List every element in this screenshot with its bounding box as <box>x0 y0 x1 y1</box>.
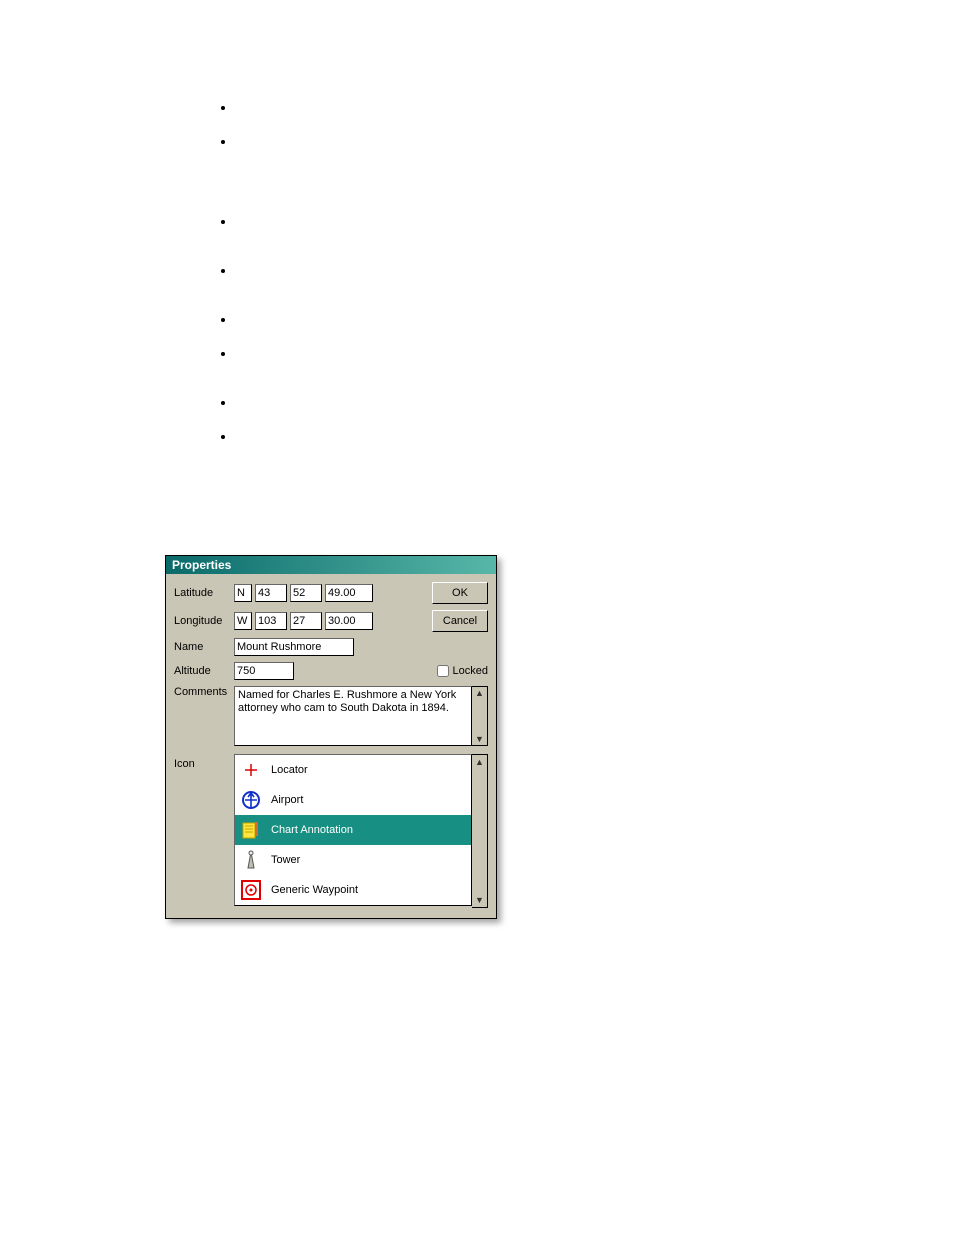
longitude-row: Longitude Cancel <box>174 610 488 632</box>
comments-textarea[interactable] <box>234 686 472 746</box>
altitude-input[interactable] <box>234 662 294 680</box>
comments-scrollbar[interactable]: ▲ ▼ <box>472 686 488 746</box>
dialog-title: Properties <box>166 556 496 574</box>
latitude-deg-input[interactable] <box>255 584 287 602</box>
latitude-row: Latitude OK <box>174 582 488 604</box>
locator-icon <box>241 760 261 780</box>
icon-item-label: Chart Annotation <box>271 824 353 836</box>
altitude-row: Altitude Locked <box>174 662 488 680</box>
comments-row: Comments ▲ ▼ <box>174 686 488 746</box>
latitude-sec-input[interactable] <box>325 584 373 602</box>
locked-checkbox[interactable] <box>437 665 449 677</box>
icon-row: Icon Locator Airp <box>174 754 488 908</box>
ok-button[interactable]: OK <box>432 582 488 604</box>
icon-item-locator[interactable]: Locator <box>235 755 471 785</box>
icon-label: Icon <box>174 754 234 770</box>
name-row: Name <box>174 638 488 656</box>
icon-item-generic-waypoint[interactable]: Generic Waypoint <box>235 875 471 905</box>
icon-item-chart-annotation[interactable]: Chart Annotation <box>235 815 471 845</box>
latitude-min-input[interactable] <box>290 584 322 602</box>
bullet-item <box>235 429 815 445</box>
scroll-up-icon[interactable]: ▲ <box>475 755 484 769</box>
scroll-down-icon[interactable]: ▼ <box>475 733 484 745</box>
icon-item-airport[interactable]: Airport <box>235 785 471 815</box>
bullet-item <box>235 263 815 294</box>
longitude-label: Longitude <box>174 615 234 627</box>
longitude-min-input[interactable] <box>290 612 322 630</box>
icon-item-label: Tower <box>271 854 300 866</box>
chart-annotation-icon <box>241 820 261 840</box>
icon-listbox[interactable]: Locator Airport Chart An <box>234 754 472 906</box>
name-input[interactable] <box>234 638 354 656</box>
properties-dialog: Properties Latitude OK Longitude Cancel … <box>165 555 497 919</box>
bullet-item <box>235 395 815 411</box>
tower-icon <box>241 850 261 870</box>
generic-waypoint-icon <box>241 880 261 900</box>
longitude-deg-input[interactable] <box>255 612 287 630</box>
scroll-down-icon[interactable]: ▼ <box>475 893 484 907</box>
longitude-hemi-input[interactable] <box>234 612 252 630</box>
bullet-item <box>235 312 815 328</box>
altitude-label: Altitude <box>174 665 234 677</box>
locked-label: Locked <box>453 665 488 677</box>
icon-item-label: Generic Waypoint <box>271 884 358 896</box>
comments-label: Comments <box>174 686 234 698</box>
latitude-label: Latitude <box>174 587 234 599</box>
icon-item-tower[interactable]: Tower <box>235 845 471 875</box>
document-body <box>175 100 815 462</box>
cancel-button[interactable]: Cancel <box>432 610 488 632</box>
scroll-up-icon[interactable]: ▲ <box>475 687 484 699</box>
icon-list-scrollbar[interactable]: ▲ ▼ <box>472 754 488 908</box>
name-label: Name <box>174 641 234 653</box>
icon-item-label: Locator <box>271 764 308 776</box>
bullet-item <box>235 346 815 377</box>
bullet-list <box>175 100 815 444</box>
bullet-item <box>235 214 815 245</box>
icon-item-label: Airport <box>271 794 303 806</box>
bullet-item <box>235 100 815 116</box>
latitude-hemi-input[interactable] <box>234 584 252 602</box>
bullet-item <box>235 134 815 196</box>
airport-icon <box>241 790 261 810</box>
longitude-sec-input[interactable] <box>325 612 373 630</box>
